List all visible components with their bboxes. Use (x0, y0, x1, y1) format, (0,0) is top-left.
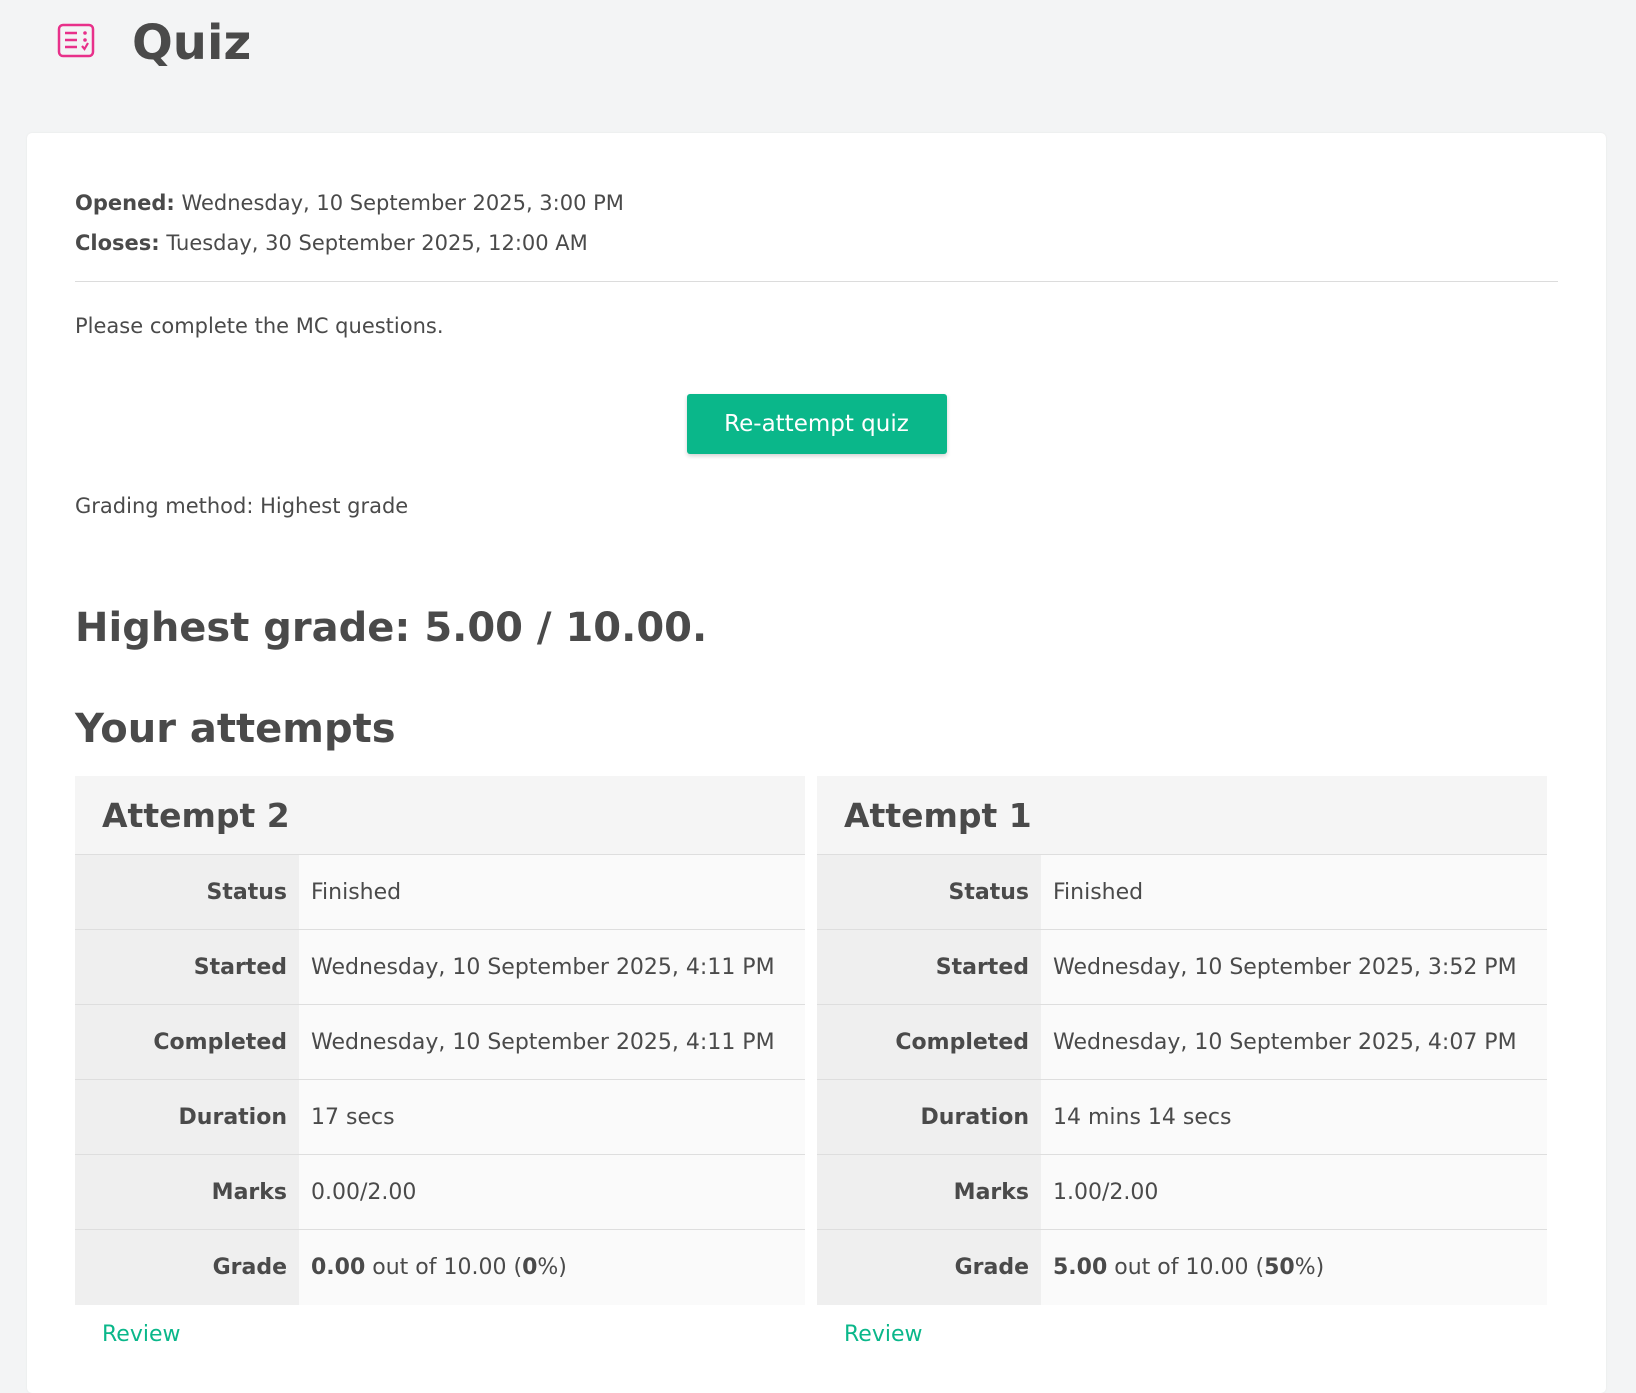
grade-percent: 50 (1264, 1255, 1295, 1280)
grade-score: 5.00 (1053, 1255, 1108, 1280)
review-link[interactable]: Review (844, 1320, 923, 1350)
row-label: Duration (817, 1080, 1041, 1154)
row-label: Duration (75, 1080, 299, 1154)
page-title: Quiz (132, 15, 252, 71)
grade-percent: 0 (522, 1255, 538, 1280)
row-label: Started (75, 930, 299, 1004)
row-label: Grade (75, 1230, 299, 1305)
grade-value: 5.00 out of 10.00 (50%) (1041, 1230, 1547, 1305)
duration-value: 14 mins 14 secs (1041, 1080, 1547, 1154)
grade-outof: out of 10.00 ( (1107, 1255, 1265, 1280)
table-row: Grade 5.00 out of 10.00 (50%) (817, 1230, 1547, 1305)
attempt-card: Attempt 1 Status Finished Started Wednes… (817, 776, 1547, 1350)
duration-value: 17 secs (299, 1080, 805, 1154)
grade-tail: %) (537, 1255, 567, 1280)
row-label: Completed (75, 1005, 299, 1079)
table-row: Status Finished (817, 855, 1547, 930)
grade-tail: %) (1294, 1255, 1325, 1280)
action-bar: Re-attempt quiz (27, 394, 1606, 454)
quiz-intro: Please complete the MC questions. (75, 314, 444, 338)
grade-outof: out of 10.00 ( (365, 1255, 523, 1280)
opened-value: Wednesday, 10 September 2025, 3:00 PM (181, 191, 624, 215)
row-label: Marks (817, 1155, 1041, 1229)
table-row: Marks 0.00/2.00 (75, 1155, 805, 1230)
page-header: Quiz (0, 0, 1636, 133)
attempt-title: Attempt 2 (75, 776, 805, 855)
started-value: Wednesday, 10 September 2025, 4:11 PM (299, 930, 805, 1004)
status-value: Finished (1041, 855, 1547, 929)
table-row: Started Wednesday, 10 September 2025, 3:… (817, 930, 1547, 1005)
table-row: Status Finished (75, 855, 805, 930)
marks-value: 1.00/2.00 (1041, 1155, 1547, 1229)
attempt-summary-table: Status Finished Started Wednesday, 10 Se… (817, 855, 1547, 1305)
table-row: Duration 17 secs (75, 1080, 805, 1155)
grade-score: 0.00 (311, 1255, 366, 1280)
quiz-checklist-icon (57, 23, 95, 58)
row-label: Completed (817, 1005, 1041, 1079)
closes-label: Closes: (75, 231, 160, 255)
completed-value: Wednesday, 10 September 2025, 4:11 PM (299, 1005, 805, 1079)
row-label: Status (75, 855, 299, 929)
reattempt-quiz-button[interactable]: Re-attempt quiz (686, 394, 947, 454)
attempt-summary-table: Status Finished Started Wednesday, 10 Se… (75, 855, 805, 1305)
opened-line: Opened: Wednesday, 10 September 2025, 3:… (75, 183, 624, 223)
table-row: Grade 0.00 out of 10.00 (0%) (75, 1230, 805, 1305)
quiz-card: Opened: Wednesday, 10 September 2025, 3:… (27, 133, 1606, 1393)
grading-method: Grading method: Highest grade (75, 494, 409, 518)
row-label: Started (817, 930, 1041, 1004)
highest-grade: Highest grade: 5.00 / 10.00. (75, 605, 708, 651)
row-label: Status (817, 855, 1041, 929)
attempts-heading: Your attempts (75, 706, 396, 752)
attempt-card: Attempt 2 Status Finished Started Wednes… (75, 776, 805, 1350)
divider (75, 281, 1558, 282)
opened-label: Opened: (75, 191, 175, 215)
row-label: Grade (817, 1230, 1041, 1305)
grade-value: 0.00 out of 10.00 (0%) (299, 1230, 805, 1305)
status-value: Finished (299, 855, 805, 929)
attempt-title: Attempt 1 (817, 776, 1547, 855)
completed-value: Wednesday, 10 September 2025, 4:07 PM (1041, 1005, 1547, 1079)
closes-line: Closes: Tuesday, 30 September 2025, 12:0… (75, 223, 624, 263)
table-row: Marks 1.00/2.00 (817, 1155, 1547, 1230)
started-value: Wednesday, 10 September 2025, 3:52 PM (1041, 930, 1547, 1004)
table-row: Started Wednesday, 10 September 2025, 4:… (75, 930, 805, 1005)
quiz-dates: Opened: Wednesday, 10 September 2025, 3:… (75, 183, 624, 263)
closes-value: Tuesday, 30 September 2025, 12:00 AM (166, 231, 588, 255)
marks-value: 0.00/2.00 (299, 1155, 805, 1229)
review-link[interactable]: Review (102, 1320, 181, 1350)
table-row: Completed Wednesday, 10 September 2025, … (817, 1005, 1547, 1080)
row-label: Marks (75, 1155, 299, 1229)
table-row: Duration 14 mins 14 secs (817, 1080, 1547, 1155)
table-row: Completed Wednesday, 10 September 2025, … (75, 1005, 805, 1080)
